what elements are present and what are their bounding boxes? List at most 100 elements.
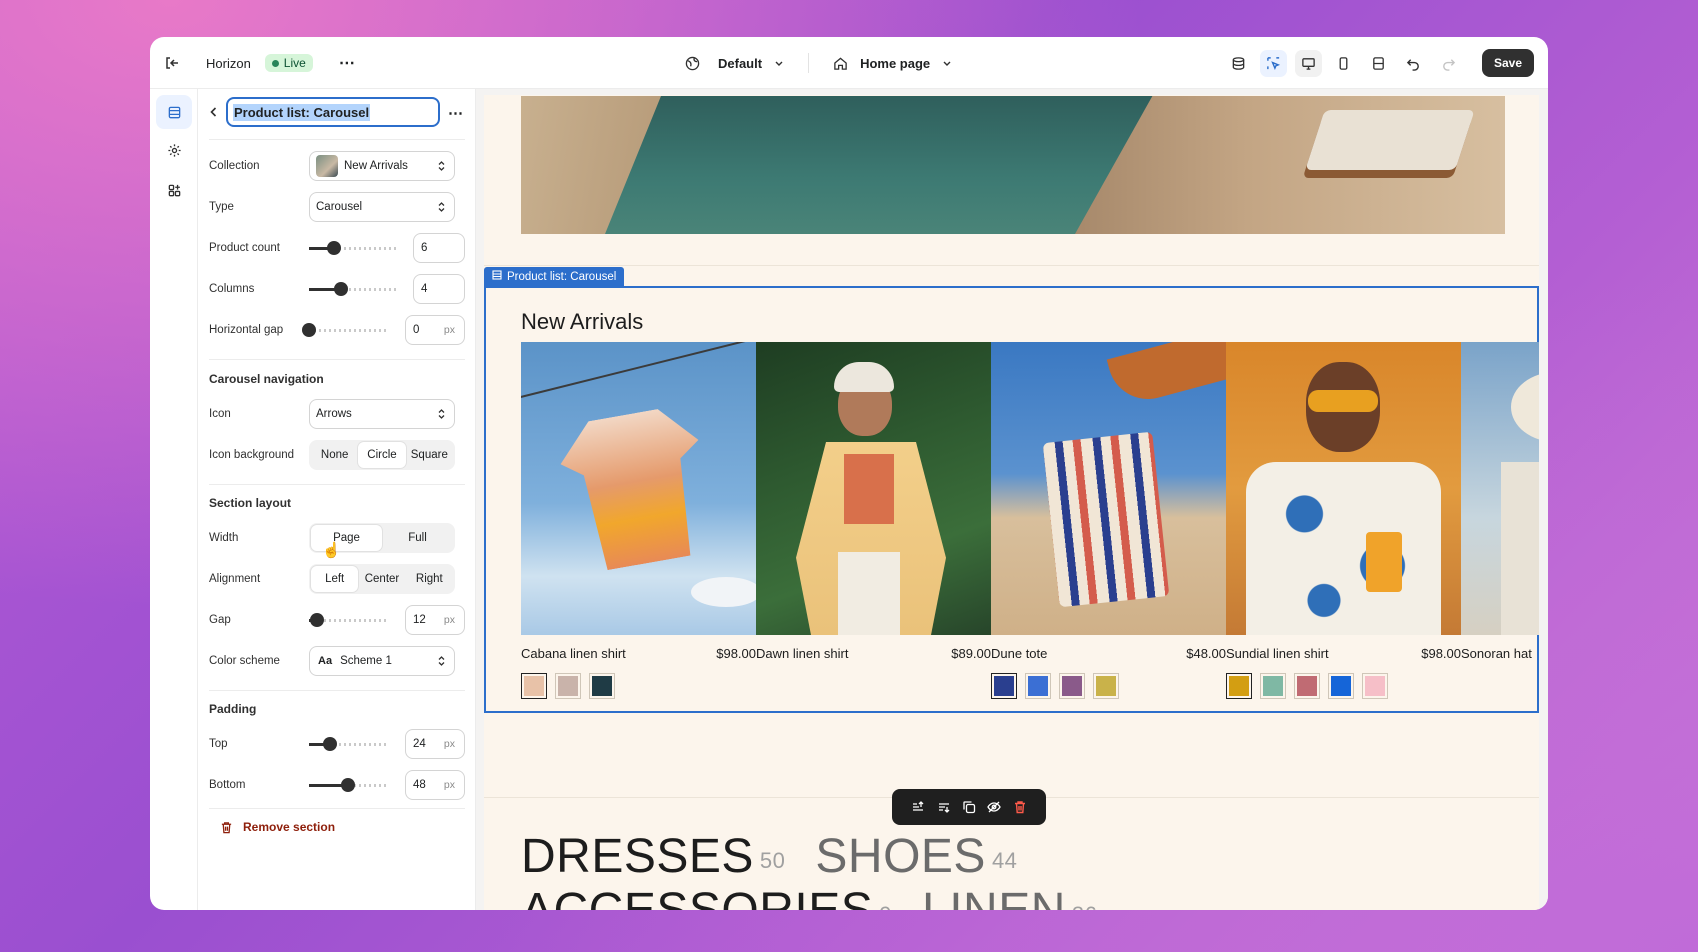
section-title-input[interactable]: Product list: Carousel xyxy=(226,97,440,127)
category-link[interactable]: ACCESSORIES 9 xyxy=(521,884,892,910)
type-label: Type xyxy=(209,201,234,213)
slider-knob[interactable] xyxy=(341,778,355,792)
live-dot xyxy=(271,59,279,67)
move-down-icon[interactable] xyxy=(937,800,951,814)
duplicate-icon[interactable] xyxy=(962,800,976,814)
width-label: Width xyxy=(209,532,239,544)
back-icon[interactable] xyxy=(208,106,220,118)
padding-top-slider[interactable] xyxy=(309,737,387,751)
product-card[interactable]: Sonoran hat xyxy=(1461,342,1539,661)
padding-top-value: 24 xyxy=(413,738,426,750)
color-swatch[interactable] xyxy=(1294,673,1320,699)
slider-knob[interactable] xyxy=(309,613,324,627)
horizontal-gap-slider[interactable] xyxy=(302,323,387,337)
option-left[interactable]: Left xyxy=(311,566,359,592)
category-count: 44 xyxy=(991,848,1018,873)
product-image xyxy=(1226,342,1461,635)
color-swatch[interactable] xyxy=(589,673,615,699)
padding-bottom-slider[interactable] xyxy=(309,778,387,792)
gap-slider[interactable] xyxy=(309,613,387,627)
horizontal-gap-input[interactable]: 0 px xyxy=(405,315,465,345)
product-count-setting: Product count 6 xyxy=(209,233,465,263)
color-swatch[interactable] xyxy=(1093,673,1119,699)
slider-knob[interactable] xyxy=(302,323,316,337)
icon-select[interactable]: Arrows xyxy=(309,399,455,429)
apps-icon[interactable] xyxy=(156,173,192,207)
color-swatch[interactable] xyxy=(991,673,1017,699)
theme-selector[interactable]: Default xyxy=(718,56,762,71)
category-link[interactable]: SHOES 44 xyxy=(815,830,1017,884)
slider-knob[interactable] xyxy=(323,737,338,751)
color-swatch[interactable] xyxy=(1025,673,1051,699)
color-swatch[interactable] xyxy=(1260,673,1286,699)
option-square[interactable]: Square xyxy=(406,442,453,468)
option-none[interactable]: None xyxy=(311,442,358,468)
color-scheme-select[interactable]: Aa Scheme 1 xyxy=(309,646,455,676)
product-card[interactable]: Dawn linen shirt $89.00 xyxy=(756,342,991,661)
storefront-canvas: Product list: Carousel New Arrivals Caba… xyxy=(484,95,1539,910)
product-image xyxy=(991,342,1226,635)
product-card[interactable]: Cabana linen shirt $98.00 xyxy=(521,342,756,699)
option-center[interactable]: Center xyxy=(358,566,405,592)
exit-icon[interactable] xyxy=(164,55,180,71)
color-swatch[interactable] xyxy=(521,673,547,699)
database-icon[interactable] xyxy=(1225,50,1252,77)
padding-bottom-input[interactable]: 48 px xyxy=(405,770,465,800)
chevron-down-icon[interactable] xyxy=(774,58,784,68)
section-divider xyxy=(484,265,1539,266)
color-swatch[interactable] xyxy=(1328,673,1354,699)
padding-top-input[interactable]: 24 px xyxy=(405,729,465,759)
slider-knob[interactable] xyxy=(326,241,341,255)
delete-icon[interactable] xyxy=(1013,800,1027,814)
gap-input[interactable]: 12 px xyxy=(405,605,465,635)
product-count-input[interactable]: 6 xyxy=(413,233,465,263)
settings-icon[interactable] xyxy=(156,133,192,167)
category-link[interactable]: LINEN 36 xyxy=(922,884,1097,910)
product-meta: Sonoran hat xyxy=(1461,646,1539,661)
product-meta: Dawn linen shirt $89.00 xyxy=(756,646,991,661)
live-badge: Live xyxy=(264,54,313,72)
unit-label: px xyxy=(443,779,455,791)
fullscreen-icon[interactable] xyxy=(1365,50,1392,77)
columns-input[interactable]: 4 xyxy=(413,274,465,304)
mobile-icon[interactable] xyxy=(1330,50,1357,77)
color-scheme-value: Scheme 1 xyxy=(340,655,392,667)
option-full[interactable]: Full xyxy=(382,525,453,551)
updown-icon xyxy=(437,655,446,670)
color-scheme-label: Color scheme xyxy=(209,655,280,667)
product-card[interactable]: Dune tote $48.00 xyxy=(991,342,1226,699)
page-selector[interactable]: Home page xyxy=(860,56,930,71)
option-right[interactable]: Right xyxy=(406,566,453,592)
horizontal-gap-value: 0 xyxy=(413,324,420,336)
product-card[interactable]: Sundial linen shirt $98.00 xyxy=(1226,342,1461,699)
collection-select[interactable]: New Arrivals xyxy=(309,151,455,181)
redo-icon[interactable] xyxy=(1435,50,1462,77)
hero-image-pool[interactable] xyxy=(521,96,1505,234)
section-tag[interactable]: Product list: Carousel xyxy=(484,267,625,286)
chevron-down-icon[interactable] xyxy=(942,58,952,68)
product-meta: Cabana linen shirt $98.00 xyxy=(521,646,756,661)
move-up-icon[interactable] xyxy=(911,800,925,814)
home-icon xyxy=(833,56,848,71)
color-swatch[interactable] xyxy=(1226,673,1252,699)
more-icon[interactable]: ⋯ xyxy=(448,104,463,122)
desktop-icon[interactable] xyxy=(1294,49,1322,77)
hide-icon[interactable] xyxy=(987,800,1002,814)
undo-icon[interactable] xyxy=(1400,50,1427,77)
product-count-slider[interactable] xyxy=(309,241,397,255)
type-select[interactable]: Carousel xyxy=(309,192,455,222)
color-swatch[interactable] xyxy=(555,673,581,699)
remove-section-button[interactable]: Remove section xyxy=(220,820,335,834)
collection-heading: New Arrivals xyxy=(521,309,644,334)
sections-icon[interactable] xyxy=(156,95,192,129)
color-swatch[interactable] xyxy=(1059,673,1085,699)
inspector-icon[interactable] xyxy=(1259,49,1287,77)
save-button[interactable]: Save xyxy=(1481,49,1534,77)
option-circle[interactable]: Circle xyxy=(358,442,406,468)
color-swatch[interactable] xyxy=(1362,673,1388,699)
columns-slider[interactable] xyxy=(309,282,397,296)
divider xyxy=(209,484,465,485)
category-link[interactable]: DRESSES 50 xyxy=(521,830,785,884)
slider-knob[interactable] xyxy=(333,282,348,296)
more-icon[interactable]: ⋯ xyxy=(339,53,356,73)
